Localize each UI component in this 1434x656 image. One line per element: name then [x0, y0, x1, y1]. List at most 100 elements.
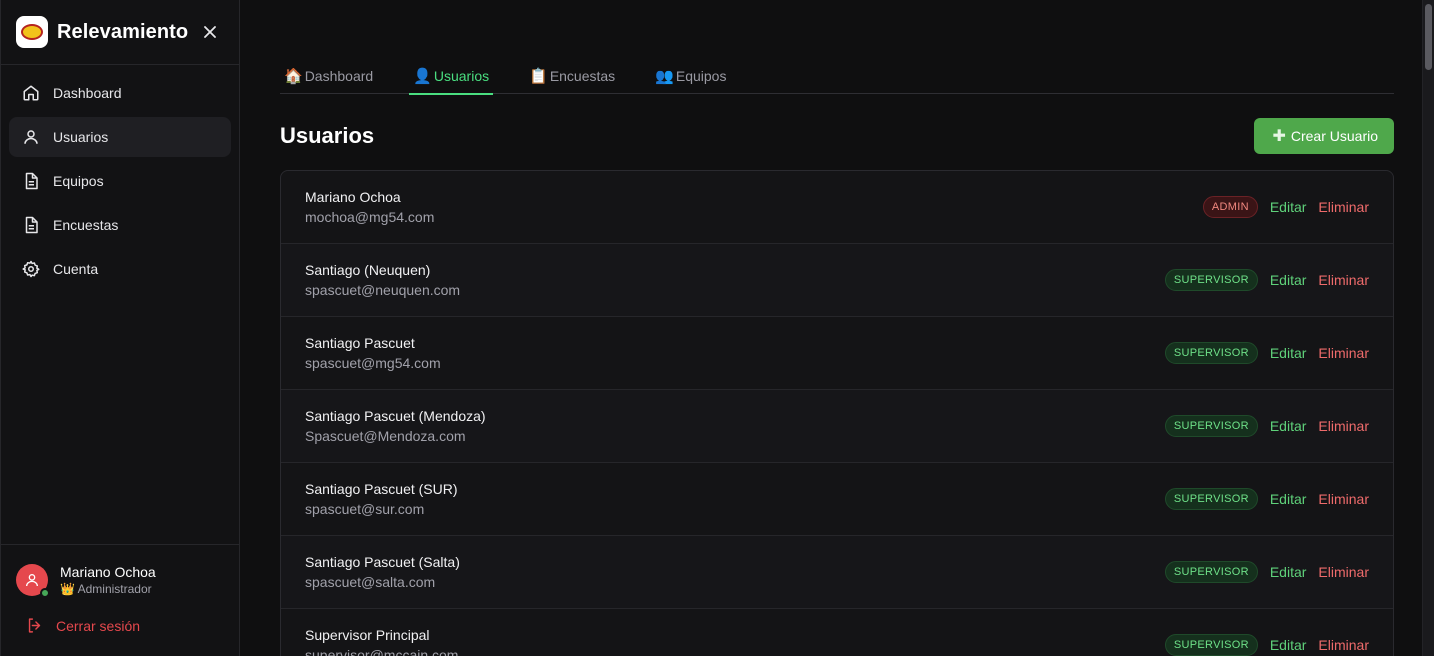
user-name: Santiago Pascuet [305, 335, 415, 351]
logout-icon [28, 618, 41, 633]
user-email: mochoa@mg54.com [305, 209, 435, 225]
sidebar-footer: Mariano Ochoa 👑 Administrador Cerrar ses… [1, 544, 239, 656]
row-actions: SUPERVISOR Editar Eliminar [1164, 561, 1369, 583]
row-actions: SUPERVISOR Editar Eliminar [1164, 634, 1369, 656]
user-email: spascuet@neuquen.com [305, 282, 461, 298]
tab-label: Dashboard [304, 68, 374, 84]
gear-icon [21, 259, 41, 279]
sidebar-item-label: Cuenta [53, 261, 99, 277]
tab-label: Equipos [675, 68, 727, 84]
document-icon [21, 171, 41, 191]
brand-header: Relevamiento [1, 0, 239, 65]
edit-button[interactable]: Editar [1270, 199, 1307, 215]
app-root: Relevamiento Dashboard Usuarios Equipos … [0, 0, 1434, 656]
tab-dashboard[interactable]: 🏠 Dashboard [280, 58, 377, 94]
user-role: 👑 Administrador [60, 582, 152, 596]
delete-button[interactable]: Eliminar [1318, 199, 1369, 215]
tab-encuestas[interactable]: 📋 Encuestas [525, 58, 619, 94]
sidebar-item-label: Equipos [53, 173, 104, 189]
table-row: Supervisor Principal supervisor@mccain.co… [281, 609, 1393, 656]
logout-label: Cerrar sesión [56, 617, 141, 634]
tab-usuarios[interactable]: 👤 Usuarios [409, 58, 494, 95]
user-email: spascuet@sur.com [305, 501, 425, 517]
role-badge: SUPERVISOR [1164, 415, 1258, 437]
logo-mark [21, 24, 43, 40]
row-actions: SUPERVISOR Editar Eliminar [1164, 415, 1369, 437]
users-icon: 👥 [655, 68, 674, 85]
document-icon [21, 215, 41, 235]
brand-title: Relevamiento [57, 20, 189, 43]
user-name: Supervisor Principal [305, 627, 430, 643]
delete-button[interactable]: Eliminar [1318, 491, 1369, 507]
user-name: Santiago Pascuet (Mendoza) [305, 408, 486, 424]
create-user-button[interactable]: ✚ Crear Usuario [1254, 118, 1394, 154]
scrollbar-thumb[interactable] [1425, 4, 1432, 70]
role-badge: SUPERVISOR [1164, 561, 1258, 583]
create-user-label: Crear Usuario [1290, 128, 1378, 144]
scrollbar[interactable] [1422, 0, 1434, 656]
delete-button[interactable]: Eliminar [1318, 345, 1369, 361]
user-cell: Santiago Pascuet (SUR) spascuet@sur.com [305, 479, 458, 519]
role-badge: SUPERVISOR [1164, 269, 1258, 291]
user-name: Mariano Ochoa [305, 189, 401, 205]
sidebar: Relevamiento Dashboard Usuarios Equipos … [0, 0, 240, 656]
plus-icon: ✚ [1272, 128, 1286, 145]
role-badge: SUPERVISOR [1164, 634, 1258, 656]
user-cell: Santiago Pascuet (Mendoza) Spascuet@Mendo… [305, 406, 486, 446]
tab-label: Encuestas [549, 68, 616, 84]
user-name: Santiago (Neuquen) [305, 262, 431, 278]
user-cell: Santiago Pascuet (Salta) spascuet@salta.c… [305, 552, 460, 592]
role-badge: SUPERVISOR [1164, 342, 1258, 364]
edit-button[interactable]: Editar [1270, 272, 1307, 288]
brand-logo [16, 16, 48, 48]
tab-label: Usuarios [433, 68, 490, 84]
table-row: Santiago Pascuet (Mendoza) Spascuet@Mendo… [281, 390, 1393, 463]
user-cell: Santiago Pascuet spascuet@mg54.com [305, 333, 441, 373]
edit-button[interactable]: Editar [1270, 564, 1307, 580]
sidebar-item-label: Encuestas [53, 217, 119, 233]
user-info: Mariano Ochoa 👑 Administrador [60, 563, 156, 597]
page-header: Usuarios ✚ Crear Usuario [280, 118, 1394, 154]
tab-equipos[interactable]: 👥 Equipos [651, 58, 730, 94]
current-user[interactable]: Mariano Ochoa 👑 Administrador [16, 563, 224, 598]
user-cell: Mariano Ochoa mochoa@mg54.com [305, 187, 434, 227]
clipboard-icon: 📋 [529, 68, 548, 85]
row-actions: SUPERVISOR Editar Eliminar [1164, 269, 1369, 291]
table-row: Santiago Pascuet (Salta) spascuet@salta.c… [281, 536, 1393, 609]
edit-button[interactable]: Editar [1270, 345, 1307, 361]
user-icon [26, 574, 38, 587]
sidebar-item-label: Dashboard [53, 85, 122, 101]
table-row: Santiago Pascuet spascuet@mg54.com SUPERVI… [281, 317, 1393, 390]
sidebar-item-encuestas[interactable]: Encuestas [9, 205, 231, 245]
delete-button[interactable]: Eliminar [1318, 564, 1369, 580]
sidebar-item-cuenta[interactable]: Cuenta [9, 249, 231, 289]
user-name: Santiago Pascuet (Salta) [305, 554, 460, 570]
delete-button[interactable]: Eliminar [1318, 637, 1369, 653]
row-actions: SUPERVISOR Editar Eliminar [1164, 342, 1369, 364]
user-email: spascuet@salta.com [305, 574, 436, 590]
table-row: Santiago Pascuet (SUR) spascuet@sur.com SU… [281, 463, 1393, 536]
edit-button[interactable]: Editar [1270, 491, 1307, 507]
avatar [16, 564, 50, 598]
logout-button[interactable]: Cerrar sesión [16, 617, 224, 634]
close-sidebar-button[interactable] [201, 23, 219, 41]
table-row: Santiago (Neuquen) spascuet@neuquen.com SU… [281, 244, 1393, 317]
user-email: spascuet@mg54.com [305, 355, 441, 371]
sidebar-item-dashboard[interactable]: Dashboard [9, 73, 231, 113]
edit-button[interactable]: Editar [1270, 637, 1307, 653]
user-icon [21, 127, 41, 147]
edit-button[interactable]: Editar [1270, 418, 1307, 434]
user-cell: Supervisor Principal supervisor@mccain.co… [305, 625, 458, 656]
sidebar-item-usuarios[interactable]: Usuarios [9, 117, 231, 157]
sidebar-item-equipos[interactable]: Equipos [9, 161, 231, 201]
delete-button[interactable]: Eliminar [1318, 272, 1369, 288]
user-email: supervisor@mccain.com [305, 647, 459, 656]
home-icon: 🏠 [284, 68, 303, 85]
row-actions: SUPERVISOR Editar Eliminar [1164, 488, 1369, 510]
user-name: Santiago Pascuet (SUR) [305, 481, 458, 497]
close-icon [204, 26, 217, 38]
sidebar-item-label: Usuarios [53, 129, 109, 145]
row-actions: ADMIN Editar Eliminar [1202, 196, 1369, 218]
delete-button[interactable]: Eliminar [1318, 418, 1369, 434]
role-badge: ADMIN [1202, 196, 1258, 218]
